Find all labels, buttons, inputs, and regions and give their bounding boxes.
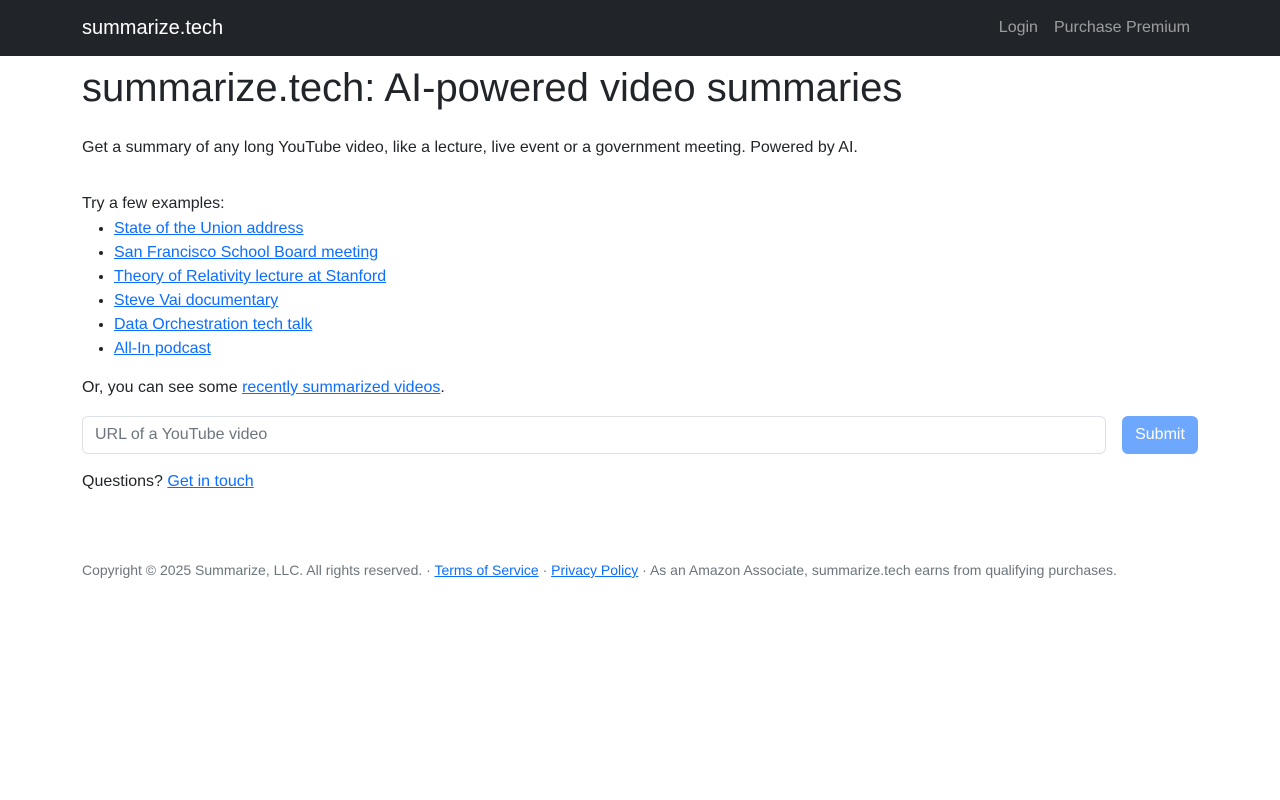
page-title: summarize.tech: AI-powered video summari… bbox=[82, 66, 903, 110]
terms-of-service-link[interactable]: Terms of Service bbox=[434, 562, 538, 578]
brand-link[interactable]: summarize.tech bbox=[82, 15, 223, 41]
list-item: All-In podcast bbox=[114, 337, 386, 361]
example-link-all-in-podcast[interactable]: All-In podcast bbox=[114, 340, 211, 357]
example-link-data-orchestration[interactable]: Data Orchestration tech talk bbox=[114, 316, 312, 333]
lead-text: Get a summary of any long YouTube video,… bbox=[82, 139, 858, 156]
privacy-policy-link[interactable]: Privacy Policy bbox=[551, 562, 638, 578]
footer: Copyright © 2025 Summarize, LLC. All rig… bbox=[82, 561, 1117, 579]
example-link-steve-vai[interactable]: Steve Vai documentary bbox=[114, 292, 278, 309]
list-item: Data Orchestration tech talk bbox=[114, 313, 386, 337]
get-in-touch-link[interactable]: Get in touch bbox=[167, 473, 253, 490]
submit-button[interactable]: Submit bbox=[1122, 416, 1198, 454]
examples-list: State of the Union address San Francisco… bbox=[114, 217, 386, 361]
questions-prefix: Questions? bbox=[82, 473, 168, 490]
top-navbar: summarize.tech Login Purchase Premium bbox=[0, 0, 1280, 56]
list-item: San Francisco School Board meeting bbox=[114, 241, 386, 265]
footer-separator: · bbox=[538, 562, 552, 578]
examples-intro: Try a few examples: bbox=[82, 195, 225, 212]
recent-videos-text: Or, you can see some recently summarized… bbox=[82, 377, 445, 399]
example-link-sf-school-board[interactable]: San Francisco School Board meeting bbox=[114, 244, 378, 261]
recent-suffix: . bbox=[440, 379, 445, 396]
nav-purchase-premium-link[interactable]: Purchase Premium bbox=[1054, 17, 1190, 39]
list-item: Steve Vai documentary bbox=[114, 289, 386, 313]
example-link-state-of-the-union[interactable]: State of the Union address bbox=[114, 220, 303, 237]
questions-text: Questions? Get in touch bbox=[82, 471, 254, 493]
list-item: State of the Union address bbox=[114, 217, 386, 241]
recent-prefix: Or, you can see some bbox=[82, 379, 243, 396]
nav-links: Login Purchase Premium bbox=[999, 17, 1190, 39]
copyright-text: Copyright © 2025 Summarize, LLC. All rig… bbox=[82, 562, 435, 578]
list-item: Theory of Relativity lecture at Stanford bbox=[114, 265, 386, 289]
recent-videos-link[interactable]: recently summarized videos bbox=[242, 379, 440, 396]
example-link-relativity-lecture[interactable]: Theory of Relativity lecture at Stanford bbox=[114, 268, 386, 285]
amazon-associate-text: · As an Amazon Associate, summarize.tech… bbox=[638, 562, 1117, 578]
nav-login-link[interactable]: Login bbox=[999, 17, 1038, 39]
youtube-url-input[interactable] bbox=[82, 416, 1106, 454]
